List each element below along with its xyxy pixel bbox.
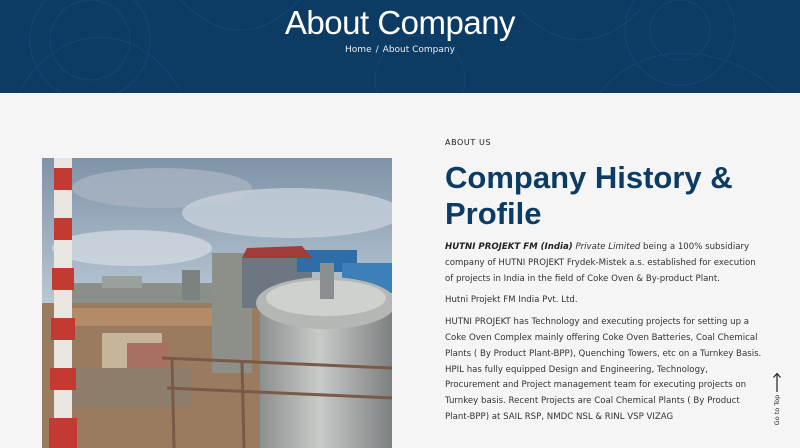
breadcrumb-separator: /	[375, 45, 379, 55]
company-type-italic: Private Limited	[575, 242, 641, 252]
industrial-plant-image	[42, 158, 392, 448]
company-name-bold: HUTNI PROJEKT FM (India)	[445, 242, 573, 252]
company-description: HUTNI PROJEKT has Technology and executi…	[445, 317, 762, 422]
section-eyebrow: ABOUT US	[445, 138, 492, 147]
breadcrumb-current: About Company	[382, 45, 455, 55]
about-body: HUTNI PROJEKT FM (India) Private Limited…	[445, 240, 765, 432]
intro-paragraph: HUTNI PROJEKT FM (India) Private Limited…	[445, 240, 765, 287]
breadcrumb: Home / About Company	[0, 45, 800, 55]
section-heading: Company History & Profile	[445, 160, 733, 231]
page-header-banner: About Company Home / About Company	[0, 0, 800, 93]
go-to-top-button[interactable]: Go to Top	[768, 372, 786, 432]
company-line: Hutni Projekt FM India Pvt. Ltd.	[445, 295, 578, 306]
go-to-top-label: Go to Top	[773, 394, 781, 426]
plant-photo	[42, 158, 392, 448]
page-title: About Company	[284, 4, 516, 41]
breadcrumb-home-link[interactable]: Home	[345, 45, 372, 55]
